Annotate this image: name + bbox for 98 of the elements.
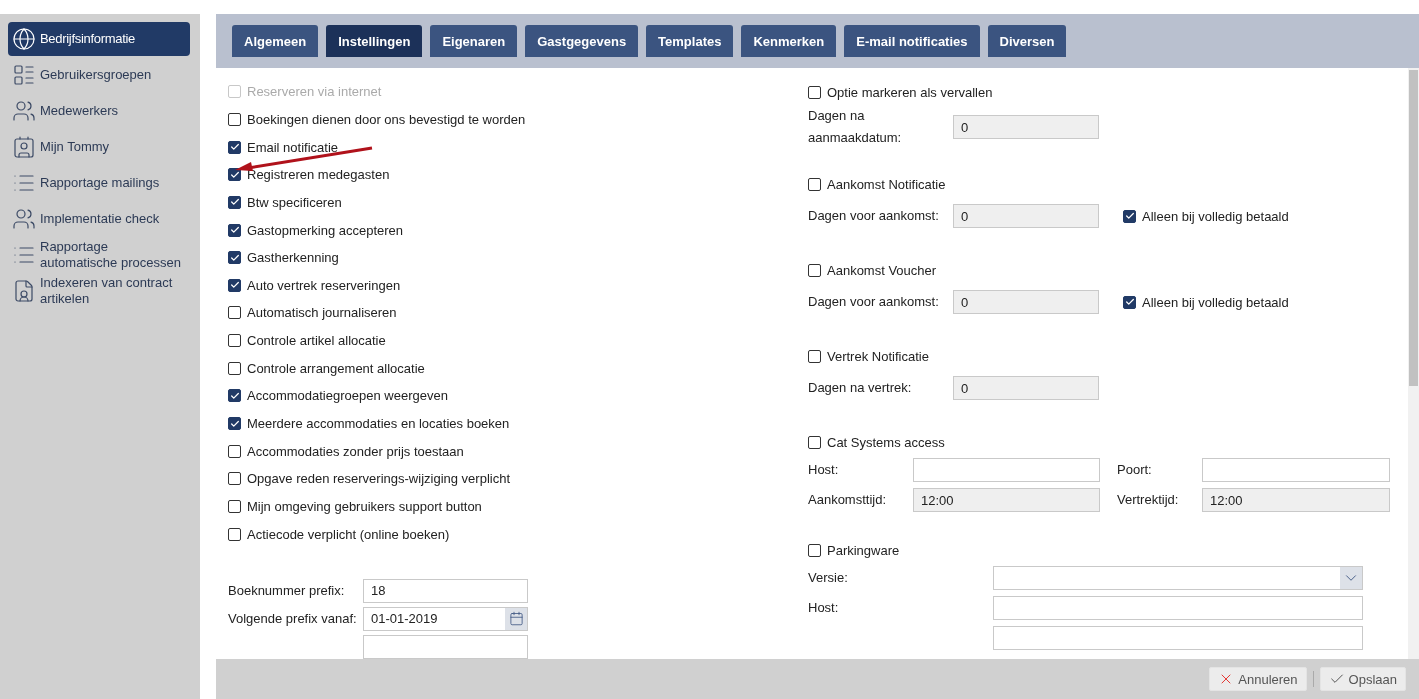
contact-card-icon [12, 135, 36, 159]
checkbox[interactable] [808, 435, 821, 449]
tab[interactable]: Algemeen [232, 25, 319, 57]
checkbox-label: Mijn omgeving gebruikers support button [247, 498, 482, 514]
input-field[interactable]: 0 [953, 290, 1099, 314]
field-label: Boeknummer prefix: [228, 583, 345, 599]
checkbox-label: Meerdere accommodaties en locaties boeken [247, 416, 510, 431]
checkbox-label: Vertrek Notificatie [827, 348, 929, 364]
input-field[interactable]: 18 [363, 578, 528, 603]
tab[interactable]: Templates [646, 25, 734, 57]
cancel-button[interactable]: Annuleren [1209, 667, 1307, 691]
input-field[interactable] [913, 458, 1100, 482]
checkbox-label: Actiecode verplicht (online boeken) [247, 526, 450, 542]
checkbox-label: Controle artikel allocatie [247, 333, 386, 349]
field-label: Poort: [1117, 462, 1152, 477]
sidebar-item[interactable]: Rapportage mailings [8, 166, 190, 200]
input-field[interactable]: 0 [953, 204, 1099, 228]
tab[interactable]: Kenmerken [741, 25, 837, 57]
checkbox-label: Cat Systems access [827, 434, 945, 450]
checkbox[interactable] [808, 177, 821, 191]
tab[interactable]: Instellingen [326, 25, 423, 57]
field-label: Volgende prefix vanaf: [228, 611, 357, 627]
checkbox-label: Controle arrangement allocatie [247, 360, 425, 376]
field-label: Versie: [808, 570, 848, 585]
checkbox-label: Optie markeren als vervallen [827, 84, 993, 100]
tab[interactable]: Eigenaren [430, 25, 518, 57]
checkbox-label: Email notificatie [247, 139, 339, 155]
checkbox-label: Parkingware [827, 542, 900, 558]
checkbox[interactable] [808, 263, 821, 277]
checkbox-label: Alleen bij volledig betaald [1142, 208, 1289, 224]
checkbox[interactable] [228, 472, 241, 486]
checkbox[interactable] [228, 389, 241, 403]
checkbox[interactable] [228, 168, 241, 182]
checkbox-label: Alleen bij volledig betaald [1142, 294, 1289, 310]
field-label: Host: [808, 462, 839, 477]
checkbox[interactable] [228, 112, 241, 126]
checkbox-label: Btw specificeren [247, 194, 342, 210]
save-button[interactable]: Opslaan [1319, 667, 1406, 691]
checkbox[interactable] [228, 195, 241, 209]
checkbox-label: Opgave reden reserverings-wijziging verplicht [247, 471, 510, 487]
input-field[interactable] [993, 626, 1363, 650]
checkbox-label: Aankomst Notificatie [827, 176, 946, 192]
checkbox[interactable] [228, 444, 241, 458]
field-label: Dagen na vertrek: [808, 380, 912, 395]
user-groups-icon [12, 63, 36, 87]
people-icon [12, 207, 36, 231]
tab[interactable]: Diversen [987, 25, 1067, 57]
tab[interactable]: E-mail notificaties [844, 25, 980, 57]
input-field[interactable]: 0 [953, 115, 1099, 139]
scrollbar[interactable] [1408, 68, 1419, 659]
calendar-icon[interactable] [505, 607, 527, 630]
checkbox[interactable] [228, 251, 241, 265]
globe-icon [12, 27, 36, 51]
sidebar-item[interactable]: Indexeren van contract artikelen [8, 274, 190, 308]
checkbox[interactable] [228, 306, 241, 320]
checkbox[interactable] [1123, 209, 1136, 223]
checkbox-label: Boekingen dienen door ons bevestigd te worden [247, 111, 526, 127]
checkbox[interactable] [228, 499, 241, 513]
sidebar-item[interactable]: Implementatie check [8, 202, 190, 236]
checkbox-label: Reserveren via internet [247, 84, 382, 100]
checkbox-label: Gastherkenning [247, 250, 339, 266]
checkbox[interactable] [228, 334, 241, 348]
checkbox-label: Registreren medegasten [247, 167, 390, 183]
field-label: Dagen voor aankomst: [808, 294, 939, 309]
checkbox[interactable] [228, 361, 241, 375]
sidebar-item[interactable]: Bedrijfsinformatie [8, 22, 190, 56]
field-label: Vertrektijd: [1117, 492, 1179, 507]
checkbox-label: Automatisch journaliseren [247, 305, 397, 321]
checkbox[interactable] [228, 417, 241, 430]
checkbox[interactable] [228, 278, 241, 292]
field-label: Aankomsttijd: [808, 492, 887, 507]
checkbox[interactable] [228, 223, 241, 237]
checkbox[interactable] [228, 140, 241, 154]
input-field[interactable]: 0 [953, 376, 1099, 400]
input-field[interactable] [363, 634, 528, 659]
checkbox-label: Aankomst Voucher [827, 262, 937, 278]
people-icon [12, 99, 36, 123]
sidebar-item[interactable]: Mijn Tommy [8, 130, 190, 164]
checkbox-label: Accommodatiegroepen weergeven [247, 388, 448, 404]
checkbox[interactable] [228, 527, 241, 541]
checkbox[interactable] [1123, 295, 1136, 309]
checkbox-label: Auto vertrek reserveringen [247, 277, 401, 293]
checkbox-label: Gastopmerking accepteren [247, 222, 404, 238]
checkbox[interactable] [808, 85, 821, 99]
checkbox-label: Accommodaties zonder prijs toestaan [247, 443, 464, 459]
user-document-icon [12, 279, 36, 303]
checkbox[interactable] [808, 349, 821, 363]
input-field[interactable] [993, 596, 1363, 620]
sidebar-item[interactable]: Medewerkers [8, 94, 190, 128]
field-label: Host: [808, 600, 839, 615]
field-label: Dagen na aanmaakdatum: [808, 108, 902, 145]
checkbox[interactable] [808, 543, 821, 557]
sidebar-item[interactable]: Rapportage automatische processen [8, 238, 190, 272]
sidebar-item[interactable]: Gebruikersgroepen [8, 58, 190, 92]
input-field[interactable] [1202, 458, 1390, 482]
field-label: Dagen voor aankomst: [808, 208, 939, 223]
tab[interactable]: Gastgegevens [525, 25, 639, 57]
date-field[interactable]: 01-01-2019 [363, 606, 528, 631]
